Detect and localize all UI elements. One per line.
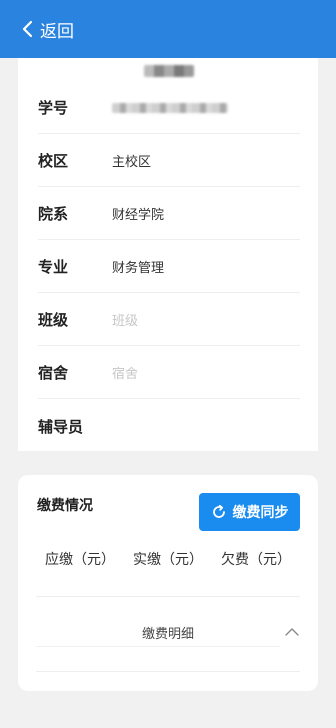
- payment-sync-label: 缴费同步: [232, 505, 289, 521]
- info-value: 主校区: [112, 155, 152, 170]
- info-value: 财务管理: [112, 261, 165, 276]
- refresh-icon: [212, 504, 225, 518]
- divider: [36, 646, 280, 647]
- back-button[interactable]: 返回: [22, 15, 74, 43]
- info-label: 班级: [38, 311, 69, 329]
- payment-title: 缴费情况: [37, 498, 93, 514]
- info-value: 财经学院: [112, 208, 165, 223]
- amount-due-header: 应缴（元）: [45, 552, 115, 568]
- payment-detail-toggle[interactable]: 缴费明细: [36, 620, 300, 644]
- chevron-up-icon: [285, 628, 299, 636]
- info-value-placeholder: 班级: [112, 314, 139, 329]
- info-label: 专业: [38, 258, 69, 276]
- chevron-left-icon: [22, 20, 33, 38]
- info-row-counselor: 辅导员: [38, 400, 300, 452]
- info-value-placeholder: 宿舍: [112, 367, 139, 382]
- student-id-redacted: [112, 102, 228, 113]
- payment-sync-button[interactable]: 缴费同步: [199, 493, 300, 531]
- divider: [36, 671, 300, 672]
- amount-paid-header: 实缴（元）: [133, 552, 203, 568]
- info-label: 学号: [38, 99, 69, 117]
- info-label: 宿舍: [38, 364, 69, 382]
- student-name-redacted: [144, 65, 194, 77]
- back-label: 返回: [40, 21, 74, 42]
- amount-owed-header: 欠费（元）: [221, 552, 291, 568]
- top-bar: 返回: [0, 0, 336, 58]
- payment-detail-label: 缴费明细: [141, 626, 194, 642]
- divider: [36, 596, 300, 597]
- info-row-department: 院系 财经学院: [38, 188, 300, 240]
- info-row-class: 班级 班级: [38, 294, 300, 346]
- info-row-major: 专业 财务管理: [38, 241, 300, 293]
- student-info-card: 学号 校区 主校区 院系 财经学院 专业 财务管理 班级 班级 宿舍 宿舍 辅导…: [18, 58, 318, 451]
- info-row-campus: 校区 主校区: [38, 135, 300, 187]
- info-row-dorm: 宿舍 宿舍: [38, 347, 300, 399]
- info-label: 辅导员: [38, 417, 84, 436]
- payment-card: 缴费情况 缴费同步 应缴（元） 实缴（元） 欠费（元） 缴费明细: [18, 475, 318, 691]
- info-label: 校区: [38, 152, 69, 170]
- info-row-student-id: 学号: [38, 82, 300, 134]
- info-label: 院系: [38, 205, 69, 223]
- payment-summary-columns: 应缴（元） 实缴（元） 欠费（元）: [36, 549, 300, 569]
